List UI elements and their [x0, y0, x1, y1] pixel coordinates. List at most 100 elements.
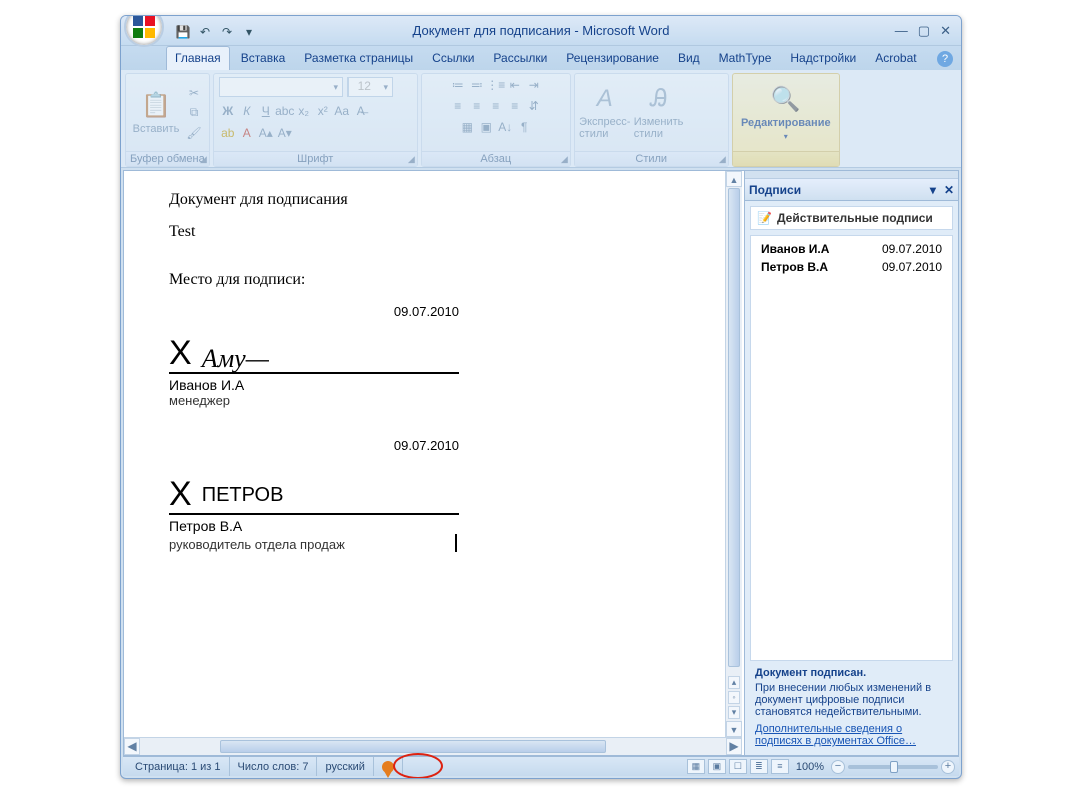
font-launcher[interactable]: ◢ [408, 154, 415, 165]
close-button[interactable]: ✕ [940, 23, 951, 39]
editing-button[interactable]: 🔍Редактирование▾ [761, 82, 811, 144]
view-draft[interactable]: ≡ [771, 759, 789, 774]
pane-close-button[interactable]: ✕ [944, 183, 954, 197]
change-case-button[interactable]: Aa [333, 103, 351, 119]
group-styles-label: Стили◢ [575, 151, 728, 166]
status-page[interactable]: Страница: 1 из 1 [127, 757, 230, 776]
zoom-level[interactable]: 100% [796, 761, 824, 773]
tab-acrobat[interactable]: Acrobat [867, 47, 924, 70]
justify-button[interactable]: ≡ [506, 98, 524, 114]
hscroll-thumb[interactable] [220, 740, 606, 753]
view-web[interactable]: ☐ [729, 759, 747, 774]
font-name-combo[interactable]: ▾ [219, 77, 343, 97]
zoom-out-button[interactable]: − [831, 760, 845, 774]
quick-styles-button[interactable]: AЭкспресс-стили [580, 82, 630, 144]
bullets-button[interactable]: ≔ [449, 77, 467, 93]
borders-button[interactable]: ▣ [477, 119, 495, 135]
change-styles-button[interactable]: ᎯИзменить стили [634, 82, 684, 144]
sort-button[interactable]: A↓ [496, 119, 514, 135]
pane-menu-button[interactable]: ▾ [930, 183, 936, 197]
bold-button[interactable]: Ж [219, 103, 237, 119]
tab-page-layout[interactable]: Разметка страницы [296, 47, 421, 70]
tab-mathtype[interactable]: MathType [711, 47, 780, 70]
signature-block-2[interactable]: 09.07.2010 XПЕТРОВ Петров В.А руководите… [169, 438, 459, 552]
browse-object-button[interactable]: ◦ [728, 691, 740, 704]
prev-page-button[interactable]: ▴ [728, 676, 740, 689]
view-fullscreen[interactable]: ▣ [708, 759, 726, 774]
tab-review[interactable]: Рецензирование [558, 47, 667, 70]
font-size-combo[interactable]: 12▾ [347, 77, 393, 97]
numbering-button[interactable]: ≕ [468, 77, 486, 93]
group-font: ▾ 12▾ Ж К Ч abc x₂ x² Aa A̶ ab A A▴ [213, 73, 418, 167]
paragraph-launcher[interactable]: ◢ [561, 154, 568, 165]
scroll-up-button[interactable]: ▲ [726, 171, 742, 187]
maximize-button[interactable]: ▢ [918, 23, 930, 39]
italic-button[interactable]: К [238, 103, 256, 119]
sig1-title: менеджер [169, 393, 459, 408]
tab-insert[interactable]: Вставка [233, 47, 294, 70]
signatures-pane: Подписи ▾ ✕ 📝 Действительные подписи Ива… [744, 171, 958, 755]
hscroll-right-button[interactable]: ▶ [726, 738, 742, 755]
grow-font-button[interactable]: A▴ [257, 125, 275, 141]
tab-addins[interactable]: Надстройки [782, 47, 864, 70]
help-button[interactable]: ? [937, 51, 953, 67]
view-outline[interactable]: ≣ [750, 759, 768, 774]
styles-launcher[interactable]: ◢ [719, 154, 726, 165]
undo-icon[interactable]: ↶ [196, 23, 214, 41]
horizontal-scrollbar[interactable]: ◀ ▶ [124, 737, 742, 755]
strike-button[interactable]: abc [276, 103, 294, 119]
qat-more-icon[interactable]: ▾ [240, 23, 258, 41]
align-center-button[interactable]: ≡ [468, 98, 486, 114]
shading-button[interactable]: ▦ [458, 119, 476, 135]
tab-references[interactable]: Ссылки [424, 47, 482, 70]
font-color-button[interactable]: A [238, 125, 256, 141]
status-signature[interactable] [374, 757, 403, 776]
underline-button[interactable]: Ч [257, 103, 275, 119]
signer-name: Иванов И.А [761, 242, 829, 256]
cut-icon[interactable]: ✂ [185, 85, 203, 101]
paste-button[interactable]: 📋Вставить [131, 82, 181, 144]
zoom-slider[interactable] [848, 765, 938, 769]
scroll-down-button[interactable]: ▼ [726, 721, 742, 737]
zoom-slider-thumb[interactable] [890, 761, 898, 773]
align-left-button[interactable]: ≡ [449, 98, 467, 114]
hscroll-track[interactable] [140, 738, 726, 755]
copy-icon[interactable]: ⧉ [185, 105, 203, 121]
clear-format-button[interactable]: A̶ [352, 103, 370, 119]
format-painter-icon[interactable]: 🖌 [185, 125, 203, 141]
zoom-in-button[interactable]: + [941, 760, 955, 774]
line-spacing-button[interactable]: ⇵ [525, 98, 543, 114]
scroll-thumb[interactable] [728, 188, 740, 667]
indent-dec-button[interactable]: ⇤ [506, 77, 524, 93]
align-right-button[interactable]: ≡ [487, 98, 505, 114]
view-print-layout[interactable]: ▦ [687, 759, 705, 774]
shrink-font-button[interactable]: A▾ [276, 125, 294, 141]
signature-row[interactable]: Иванов И.А 09.07.2010 [751, 240, 952, 258]
pane-grip[interactable] [745, 171, 958, 179]
multilist-button[interactable]: ⋮≡ [487, 77, 505, 93]
tab-view[interactable]: Вид [670, 47, 708, 70]
signer-date: 09.07.2010 [882, 242, 942, 256]
show-marks-button[interactable]: ¶ [515, 119, 533, 135]
tab-home[interactable]: Главная [166, 46, 230, 70]
superscript-button[interactable]: x² [314, 103, 332, 119]
office-button[interactable] [124, 15, 164, 47]
tab-mailings[interactable]: Рассылки [485, 47, 555, 70]
vertical-scrollbar[interactable]: ▲ ▴ ◦ ▾ ▼ [725, 171, 742, 737]
redo-icon[interactable]: ↷ [218, 23, 236, 41]
signature-row[interactable]: Петров В.А09.07.2010 [751, 258, 952, 276]
next-page-button[interactable]: ▾ [728, 706, 740, 719]
signature-block-1[interactable]: 09.07.2010 XАму— Иванов И.А менеджер [169, 304, 459, 408]
save-icon[interactable]: 💾 [174, 23, 192, 41]
pane-help-link[interactable]: Дополнительные сведения о подписях в док… [755, 723, 948, 747]
status-words[interactable]: Число слов: 7 [230, 757, 318, 776]
subscript-button[interactable]: x₂ [295, 103, 313, 119]
highlight-button[interactable]: ab [219, 125, 237, 141]
indent-inc-button[interactable]: ⇥ [525, 77, 543, 93]
clipboard-launcher[interactable]: ◢ [200, 154, 207, 165]
hscroll-left-button[interactable]: ◀ [124, 738, 140, 755]
ribbon-tabs: Главная Вставка Разметка страницы Ссылки… [121, 46, 961, 70]
document-area[interactable]: Документ для подписания Test Место для п… [124, 171, 742, 737]
status-language[interactable]: русский [317, 757, 373, 776]
minimize-button[interactable]: — [895, 23, 908, 39]
